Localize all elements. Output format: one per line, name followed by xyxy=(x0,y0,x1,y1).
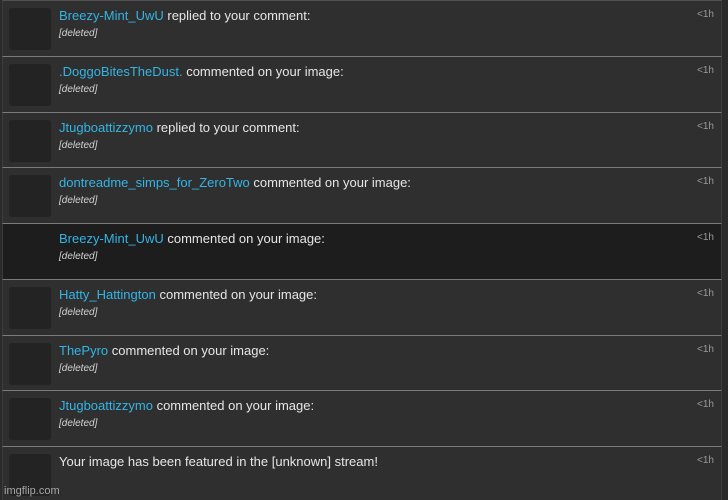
comment-preview: [deleted] xyxy=(59,362,98,374)
notification-text: Hatty_Hattington commented on your image… xyxy=(59,287,317,303)
notification-item[interactable]: Breezy-Mint_UwU replied to your comment:… xyxy=(2,0,722,56)
user-avatar[interactable] xyxy=(9,175,51,218)
user-avatar[interactable] xyxy=(9,119,51,162)
notification-action: commented on your image: xyxy=(159,286,317,302)
notification-text: Jtugboattizzymo replied to your comment: xyxy=(59,120,300,136)
comment-preview: [deleted] xyxy=(59,306,98,318)
comment-preview: [deleted] xyxy=(59,251,98,262)
timestamp: <1h xyxy=(697,176,714,188)
notification-text: dontreadme_simps_for_ZeroTwo commented o… xyxy=(59,175,411,191)
username-link[interactable]: Jtugboattizzymo xyxy=(59,120,153,135)
timestamp: <1h xyxy=(697,343,714,355)
username-link[interactable]: dontreadme_simps_for_ZeroTwo xyxy=(59,175,250,190)
notification-text: .DoggoBitesTheDust. commented on your im… xyxy=(59,64,344,80)
comment-preview: [deleted] xyxy=(59,83,98,95)
notification-item[interactable]: Your image has been featured in the [unk… xyxy=(2,446,722,500)
comment-preview: [deleted] xyxy=(59,195,98,207)
notification-action: commented on your image: xyxy=(253,175,411,191)
username-link[interactable]: Hatty_Hattington xyxy=(59,287,156,302)
notification-text: Jtugboattizzymo commented on your image: xyxy=(59,398,314,414)
notification-text: ThePyro commented on your image: xyxy=(59,343,269,359)
username-link[interactable]: .DoggoBitesTheDust. xyxy=(59,64,183,79)
notification-action: replied to your comment: xyxy=(156,119,300,135)
user-avatar[interactable] xyxy=(9,286,51,329)
notification-action: Your image has been featured in the [unk… xyxy=(59,454,378,469)
watermark: imgflip.com xyxy=(4,485,60,497)
comment-preview: [deleted] xyxy=(59,139,98,151)
notification-item[interactable]: Jtugboattizzymo commented on your image:… xyxy=(2,390,722,446)
timestamp: <1h xyxy=(697,232,714,243)
username-link[interactable]: Breezy-Mint_UwU xyxy=(59,231,164,246)
notification-item-hovered[interactable]: Breezy-Mint_UwU commented on your image:… xyxy=(2,223,722,279)
notification-action: commented on your image: xyxy=(186,63,344,79)
timestamp: <1h xyxy=(697,9,714,20)
user-avatar[interactable] xyxy=(9,63,51,106)
timestamp: <1h xyxy=(697,399,714,411)
user-avatar[interactable] xyxy=(9,8,51,50)
notification-item[interactable]: Jtugboattizzymo replied to your comment:… xyxy=(2,111,722,168)
timestamp: <1h xyxy=(697,120,714,132)
notification-item[interactable]: .DoggoBitesTheDust. commented on your im… xyxy=(2,55,722,112)
timestamp: <1h xyxy=(697,287,714,299)
notification-text: Breezy-Mint_UwU commented on your image: xyxy=(59,231,325,247)
username-link[interactable]: Breezy-Mint_UwU xyxy=(59,8,164,23)
notification-text: Your image has been featured in the [unk… xyxy=(59,454,378,470)
comment-preview: [deleted] xyxy=(59,418,98,430)
timestamp: <1h xyxy=(697,64,714,76)
comment-preview: [deleted] xyxy=(59,28,98,39)
username-link[interactable]: Jtugboattizzymo xyxy=(59,398,153,413)
notification-item[interactable]: ThePyro commented on your image: [delete… xyxy=(2,334,722,391)
notification-action: commented on your image: xyxy=(167,231,325,246)
notification-text: Breezy-Mint_UwU replied to your comment: xyxy=(59,8,310,24)
notification-action: commented on your image: xyxy=(111,342,270,358)
user-avatar[interactable] xyxy=(9,398,51,441)
user-avatar[interactable] xyxy=(9,342,51,385)
notifications-page: Breezy-Mint_UwU replied to your comment:… xyxy=(0,0,728,500)
notification-item[interactable]: Hatty_Hattington commented on your image… xyxy=(2,278,722,335)
notification-action: commented on your image: xyxy=(156,398,315,414)
notification-item[interactable]: dontreadme_simps_for_ZeroTwo commented o… xyxy=(2,167,722,223)
notification-list: Breezy-Mint_UwU replied to your comment:… xyxy=(2,0,722,500)
username-link[interactable]: ThePyro xyxy=(59,343,108,358)
notification-action: replied to your comment: xyxy=(167,8,311,23)
timestamp: <1h xyxy=(697,455,714,466)
